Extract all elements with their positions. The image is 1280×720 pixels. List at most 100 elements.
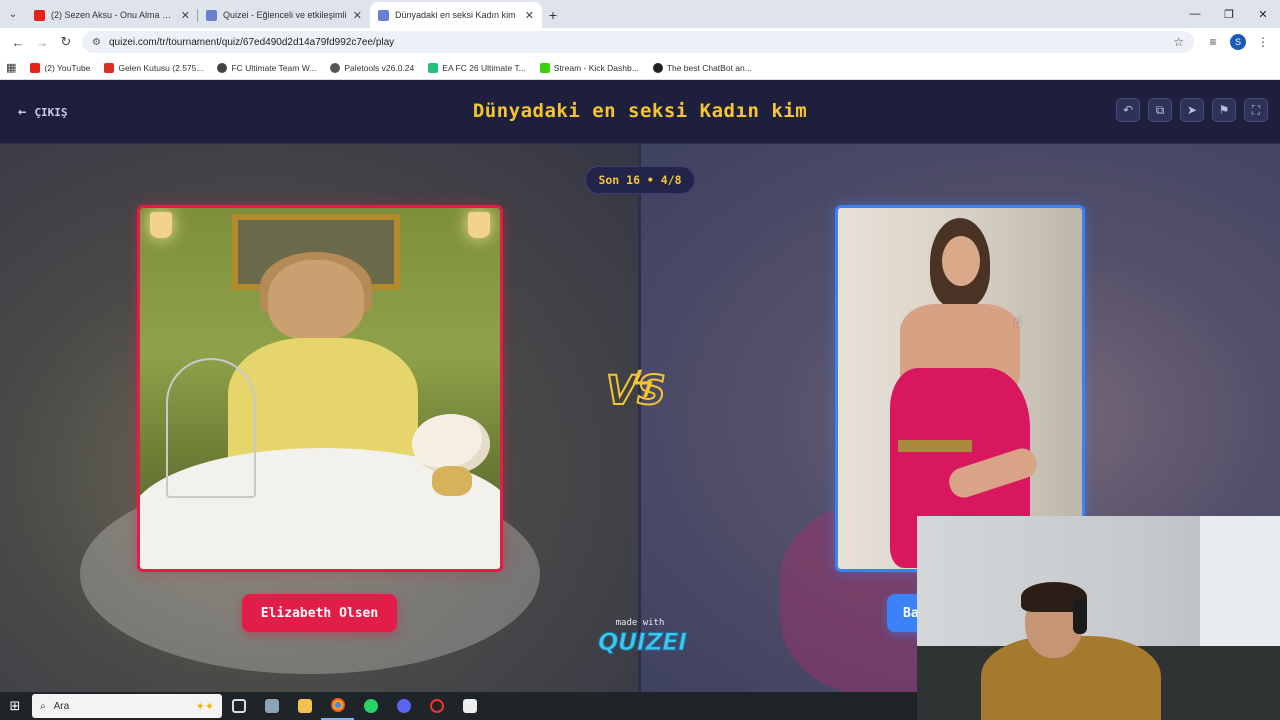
- made-with-badge[interactable]: made with QUIZEI: [598, 618, 688, 657]
- quiz-title: Dünyadaki en seksi Kadın kim: [472, 100, 808, 122]
- bookmark-label: The best ChatBot an...: [666, 62, 752, 73]
- bookmark-paletools[interactable]: Paletools v26.0.24: [330, 62, 415, 73]
- tab-title: (2) Sezen Aksu - Onu Alma Ben: [51, 10, 177, 20]
- url-text[interactable]: quizei.com/tr/tournament/quiz/67ed490d2d…: [109, 37, 1173, 48]
- bookmark-label: Stream - Kick Dashb...: [553, 62, 639, 73]
- task-view-glyph: [231, 699, 246, 713]
- bookmark-chatbot[interactable]: The best ChatBot an...: [652, 62, 752, 73]
- bookmark-label: Paletools v26.0.24: [344, 62, 415, 73]
- quiz-header: ← ÇIKIŞ Dünyadaki en seksi Kadın kim ↶ ⧉…: [0, 80, 1280, 144]
- quizei-favicon-icon: [206, 9, 217, 21]
- youtube-icon: [30, 62, 41, 73]
- url-omnibox[interactable]: ⚙ quizei.com/tr/tournament/quiz/67ed490d…: [82, 31, 1194, 53]
- bookmark-kick[interactable]: Stream - Kick Dashb...: [539, 62, 639, 73]
- quizei-favicon-icon: [378, 9, 389, 21]
- photo-roses: [412, 414, 490, 474]
- close-window-icon[interactable]: ✕: [1246, 0, 1280, 28]
- photo-lamp: [468, 212, 490, 238]
- report-flag-icon[interactable]: ⚑: [1212, 98, 1236, 122]
- back-arrow-icon[interactable]: ←: [6, 30, 30, 54]
- calculator-glyph: [264, 699, 279, 713]
- kick-icon: [539, 62, 550, 73]
- close-tab-icon[interactable]: ✕: [525, 9, 534, 22]
- tab-title: Quizei - Eğlenceli ve etkileşimli: [223, 10, 347, 20]
- folder-glyph: [297, 699, 312, 713]
- globe-icon: [217, 62, 228, 73]
- reload-icon[interactable]: ↻: [54, 30, 78, 54]
- task-view-icon[interactable]: [222, 692, 255, 720]
- search-placeholder: Ara: [53, 700, 70, 712]
- fullscreen-icon[interactable]: ⛶: [1244, 98, 1268, 122]
- mouse-cursor-icon: ☝: [1014, 314, 1022, 329]
- webcam-headphone: [1073, 598, 1087, 634]
- gmail-icon: [104, 62, 115, 73]
- bookmark-youtube[interactable]: (2) YouTube: [30, 62, 91, 73]
- left-candidate-name-button[interactable]: Elizabeth Olsen: [242, 594, 397, 632]
- browser-tab-quizei[interactable]: Quizei - Eğlenceli ve etkileşimli ✕: [198, 2, 370, 28]
- browser-tab-strip: ⌄ (2) Sezen Aksu - Onu Alma Ben ✕ Quizei…: [0, 0, 1280, 28]
- chrome-glyph: [330, 698, 345, 712]
- new-tab-plus-icon[interactable]: +: [542, 2, 564, 28]
- bookmarks-bar: ▦ (2) YouTube Gelen Kutusu (2.575... FC …: [0, 56, 1280, 80]
- made-with-label: made with: [615, 618, 665, 628]
- undo-icon[interactable]: ↶: [1116, 98, 1140, 122]
- recorder-icon[interactable]: [420, 692, 453, 720]
- bookmark-label: EA FC 26 Ultimate T...: [442, 62, 526, 73]
- round-indicator: Son 16 • 4/8: [585, 166, 695, 194]
- media-controls-icon[interactable]: ≡: [1202, 31, 1224, 53]
- browser-tab-youtube[interactable]: (2) Sezen Aksu - Onu Alma Ben ✕: [26, 2, 198, 28]
- bookmark-label: Gelen Kutusu (2.575...: [118, 62, 204, 73]
- bookmark-star-icon[interactable]: ☆: [1173, 35, 1184, 49]
- app-glyph: [462, 699, 477, 713]
- bookmark-fc-ultimate-team[interactable]: FC Ultimate Team W...: [217, 62, 317, 73]
- photo-face: [942, 236, 980, 286]
- photo-face: [268, 260, 364, 340]
- close-tab-icon[interactable]: ✕: [353, 9, 362, 22]
- more-menu-icon[interactable]: ⋮: [1252, 31, 1274, 53]
- versus-icon: VS ϟ: [605, 362, 674, 418]
- discord-glyph: [396, 699, 411, 713]
- youtube-favicon-icon: [34, 9, 45, 21]
- browser-tab-quiz-active[interactable]: Dünyadaki en seksi Kadın kim ✕: [370, 2, 542, 28]
- webcam-overlay: [917, 516, 1280, 720]
- ea-fc-icon: [428, 62, 439, 73]
- window-controls: — ❐ ✕: [1178, 0, 1280, 28]
- bookmark-gmail[interactable]: Gelen Kutusu (2.575...: [104, 62, 204, 73]
- profile-avatar[interactable]: S: [1230, 34, 1246, 50]
- bookmark-label: (2) YouTube: [44, 62, 91, 73]
- bookmark-label: FC Ultimate Team W...: [231, 62, 317, 73]
- calculator-icon[interactable]: [255, 692, 288, 720]
- copy-icon[interactable]: ⧉: [1148, 98, 1172, 122]
- app-icon[interactable]: [453, 692, 486, 720]
- file-explorer-icon[interactable]: [288, 692, 321, 720]
- left-candidate-image[interactable]: [137, 205, 503, 572]
- search-highlight-icon: ✦✦: [195, 700, 214, 713]
- photo-belt: [898, 440, 972, 452]
- photo-lamp: [150, 212, 172, 238]
- windows-start-icon[interactable]: ⊞: [0, 692, 30, 720]
- search-icon: ⌕: [40, 700, 46, 712]
- minimize-icon[interactable]: —: [1178, 0, 1212, 28]
- chrome-icon[interactable]: [321, 692, 354, 720]
- globe-icon: [330, 62, 341, 73]
- site-info-icon[interactable]: ⚙: [92, 37, 101, 48]
- whatsapp-icon[interactable]: [354, 692, 387, 720]
- lightning-bolt-icon: ϟ: [632, 362, 654, 406]
- taskbar-search[interactable]: ⌕ Ara ✦✦: [32, 694, 222, 718]
- apps-grid-icon[interactable]: ▦: [6, 61, 16, 74]
- quizei-logo: QUIZEI: [598, 628, 688, 657]
- discord-icon[interactable]: [387, 692, 420, 720]
- forward-arrow-icon[interactable]: →: [30, 30, 54, 54]
- share-send-icon[interactable]: ➤: [1180, 98, 1204, 122]
- tab-title: Dünyadaki en seksi Kadın kim: [395, 10, 516, 20]
- recorder-glyph: [429, 699, 444, 713]
- chatgpt-icon: [652, 62, 663, 73]
- bookmark-ea-fc[interactable]: EA FC 26 Ultimate T...: [428, 62, 526, 73]
- center-divider: [638, 144, 641, 692]
- tab-search-chevron-icon[interactable]: ⌄: [0, 0, 26, 28]
- photo-cake-stand: [166, 358, 256, 498]
- whatsapp-glyph: [363, 699, 378, 713]
- restore-icon[interactable]: ❐: [1212, 0, 1246, 28]
- address-bar-row: ← → ↻ ⚙ quizei.com/tr/tournament/quiz/67…: [0, 28, 1280, 56]
- close-tab-icon[interactable]: ✕: [181, 9, 190, 22]
